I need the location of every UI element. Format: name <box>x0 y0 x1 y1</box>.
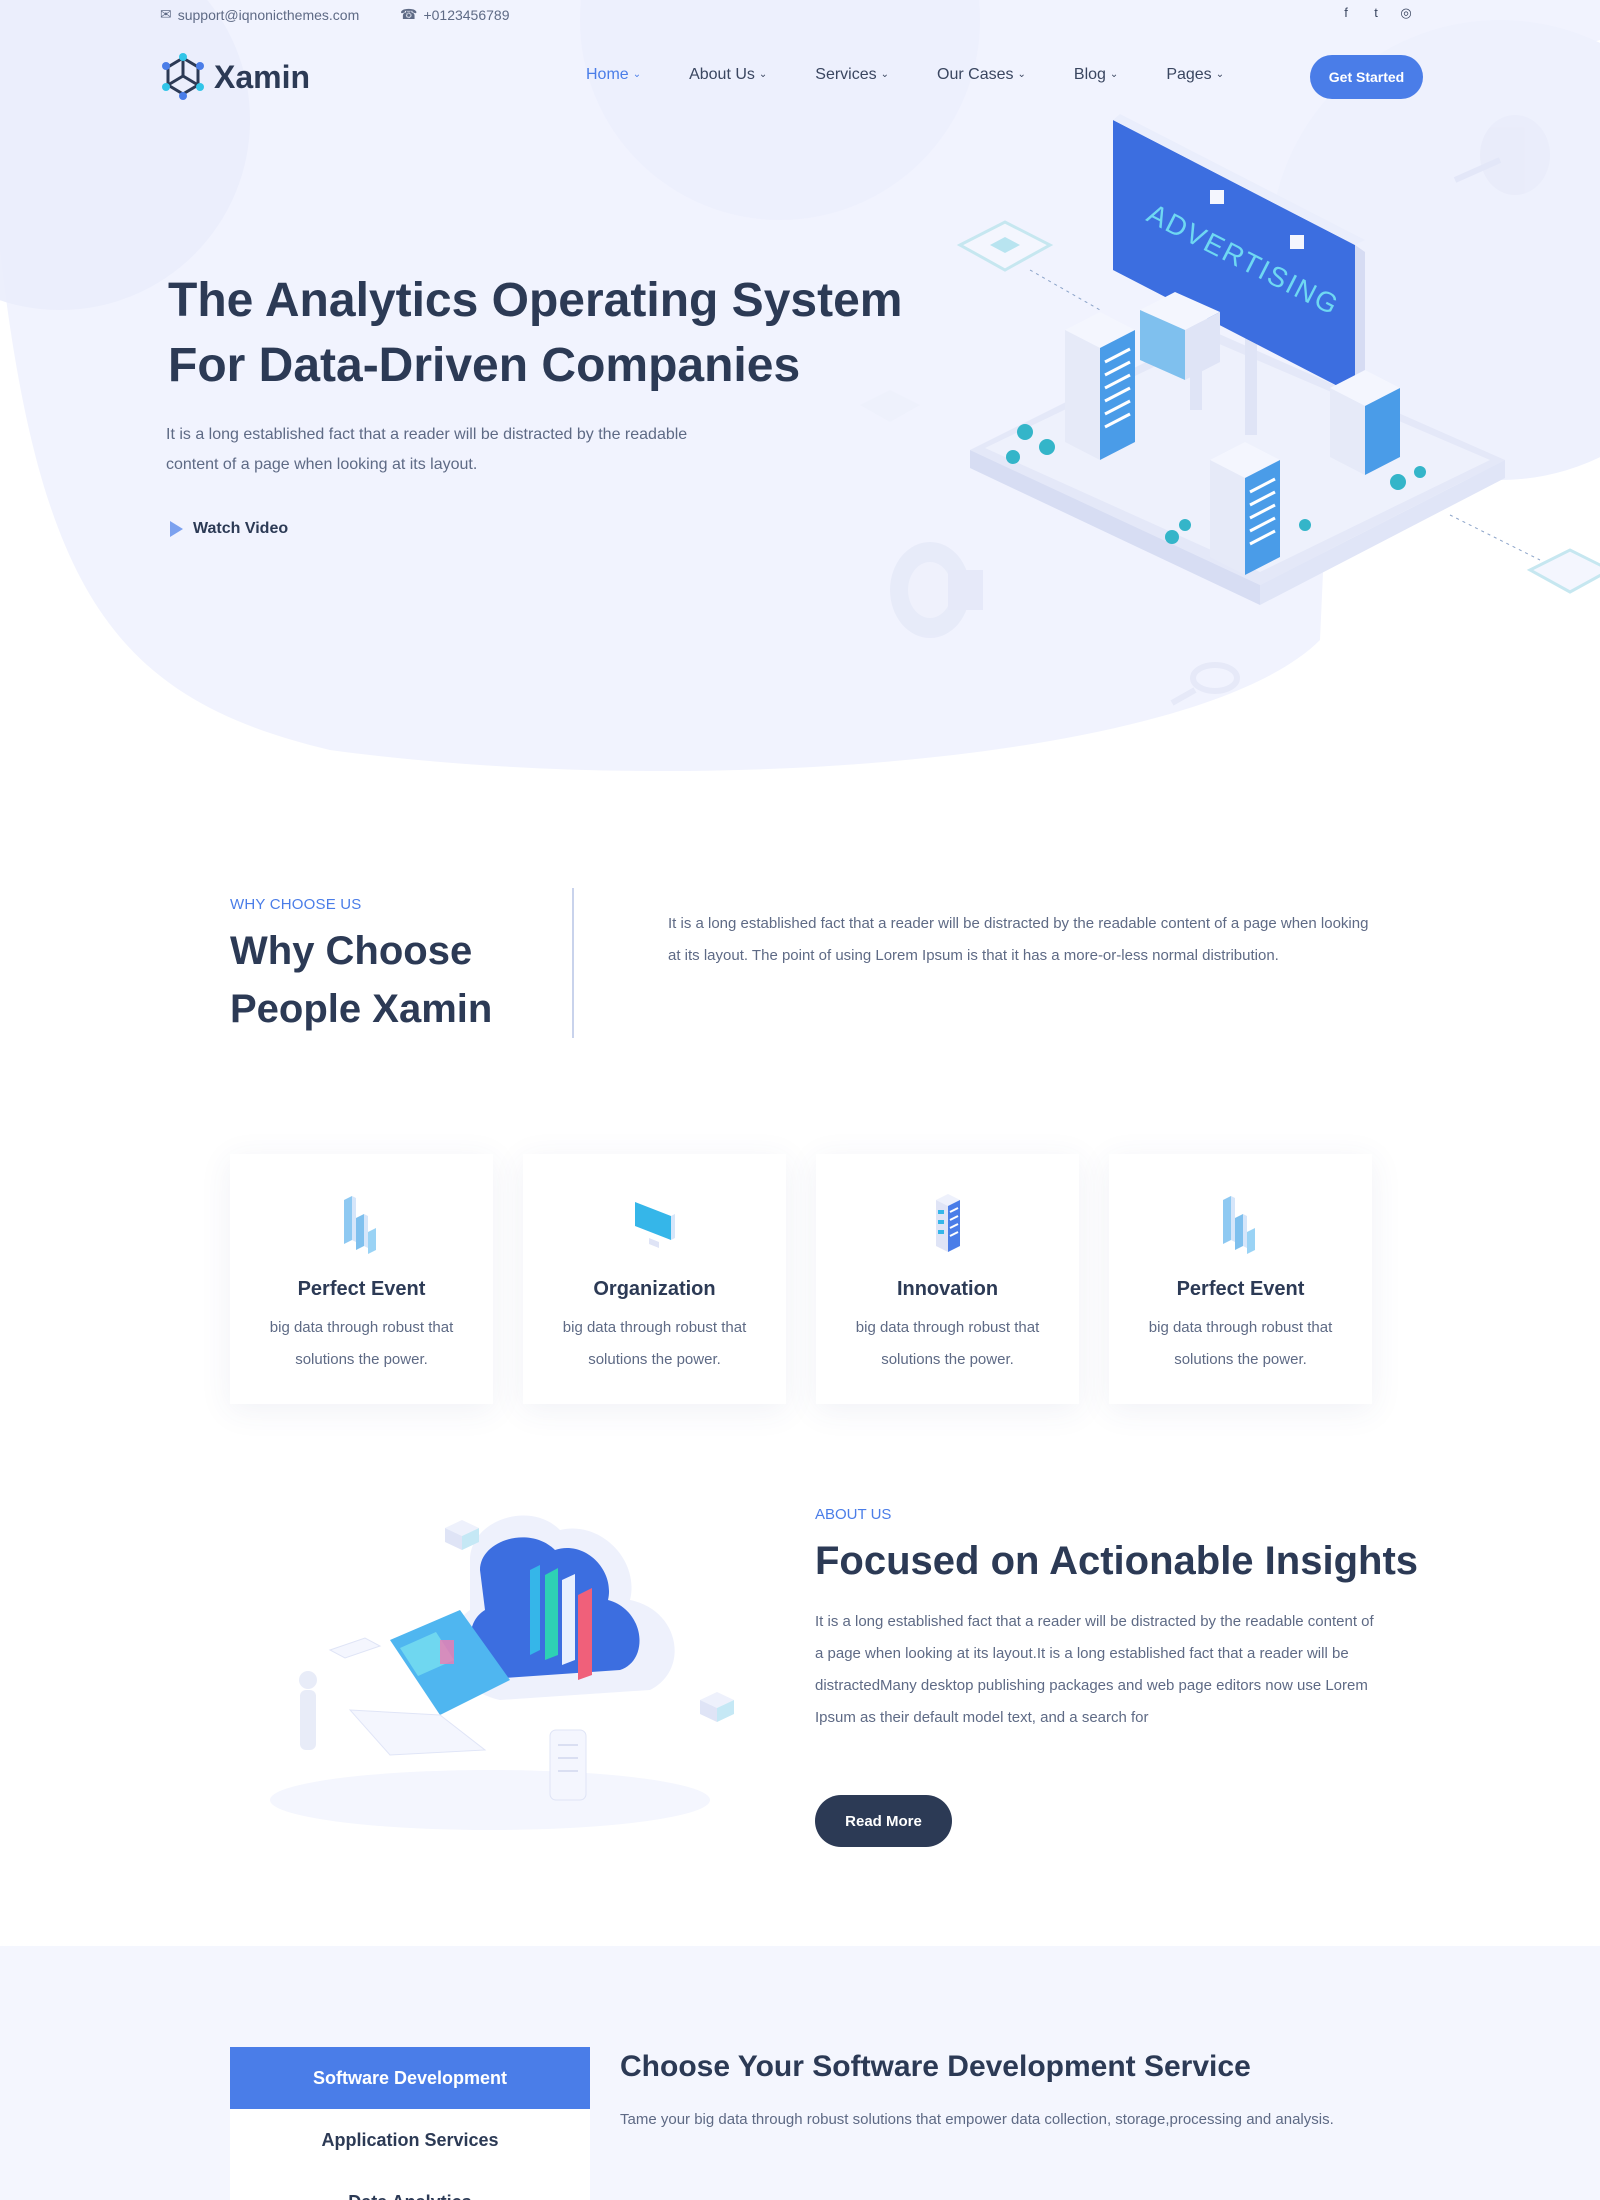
feature-card[interactable]: Perfect Event big data through robust th… <box>1109 1154 1372 1404</box>
nav-item-pages[interactable]: Pages ⌄ <box>1166 66 1224 84</box>
why-choose-subtitle: WHY CHOOSE US <box>230 896 362 913</box>
megaphone-graphic <box>890 542 983 638</box>
chevron-down-icon: ⌄ <box>1017 68 1026 80</box>
monitor-icon <box>634 1202 675 1248</box>
phone-icon: ☎ <box>400 6 418 22</box>
bar-chart-icon <box>1222 1196 1255 1254</box>
feature-title: Perfect Event <box>297 1278 426 1300</box>
hero-illustration: ADVERTISING <box>860 114 1600 706</box>
logo-icon <box>162 53 204 100</box>
feature-card[interactable]: Organization big data through robust tha… <box>523 1154 786 1404</box>
read-more-button[interactable]: Read More <box>815 1795 952 1847</box>
feature-title: Innovation <box>896 1278 999 1300</box>
navbar: Xamin Home ⌄ About Us ⌄ Services ⌄ Our C… <box>0 50 1600 106</box>
topbar-email[interactable]: ✉ support@iqnonicthemes.com <box>160 6 359 23</box>
main-nav: Home ⌄ About Us ⌄ Services ⌄ Our Cases ⌄… <box>586 66 1272 84</box>
feature-description: big data through robust that solutions t… <box>855 1319 1040 1368</box>
feature-card[interactable]: Innovation big data through robust that … <box>816 1154 1079 1404</box>
nav-label: Pages <box>1166 66 1212 83</box>
building-1 <box>1065 312 1135 460</box>
nav-item-blog[interactable]: Blog ⌄ <box>1074 66 1118 84</box>
nav-label: Blog <box>1073 66 1106 83</box>
about-description: It is a long established fact that a rea… <box>815 1613 1374 1726</box>
play-icon <box>170 521 183 537</box>
facebook-icon[interactable]: f <box>1338 5 1354 21</box>
why-choose-description: It is a long established fact that a rea… <box>668 915 1369 964</box>
feature-card[interactable]: Perfect Event big data through robust th… <box>230 1154 493 1404</box>
person-graphic <box>299 1671 317 1750</box>
building-icon <box>935 1194 960 1252</box>
tab-application-services[interactable]: Application Services <box>230 2109 590 2171</box>
chevron-down-icon: ⌄ <box>1109 68 1119 80</box>
watch-video-label: Watch Video <box>193 520 289 537</box>
nav-item-our-cases[interactable]: Our Cases ⌄ <box>937 66 1026 84</box>
instagram-icon[interactable]: ◎ <box>1398 5 1414 21</box>
floating-card-left <box>956 220 1054 272</box>
feature-description: big data through robust that solutions t… <box>562 1319 747 1368</box>
envelope-icon: ✉ <box>160 6 172 22</box>
chevron-down-icon: ⌄ <box>880 68 890 80</box>
building-4 <box>1330 370 1400 475</box>
service-title: Choose Your Software Development Service <box>620 2050 1251 2083</box>
document-scroll-graphic <box>549 1729 587 1801</box>
tab-data-analytics[interactable]: Data Analytics <box>230 2171 590 2200</box>
tab-software-development[interactable]: Software Development <box>230 2047 590 2109</box>
feature-description: big data through robust that solutions t… <box>1148 1319 1333 1368</box>
logo-text: Xamin <box>214 58 311 95</box>
why-choose-title: Why Choose People Xamin <box>230 929 493 1031</box>
chevron-down-icon: ⌄ <box>632 68 642 80</box>
hero-title: The Analytics Operating System For Data-… <box>168 274 903 392</box>
social-links: f t ◎ <box>1338 5 1414 21</box>
nav-item-about[interactable]: About Us ⌄ <box>689 66 767 84</box>
floating-card-right <box>1526 548 1600 594</box>
email-text: support@iqnonicthemes.com <box>177 6 360 23</box>
nav-item-services[interactable]: Services ⌄ <box>815 66 889 84</box>
services-section: Software Development Application Service… <box>0 1946 1600 2200</box>
feature-description: big data through robust that solutions t… <box>269 1319 454 1368</box>
watch-video-link[interactable]: Watch Video <box>170 520 288 538</box>
magnifier-graphic <box>1170 662 1240 706</box>
get-started-button[interactable]: Get Started <box>1310 55 1423 99</box>
pie-chart-graphic <box>1453 115 1550 195</box>
nav-item-home[interactable]: Home ⌄ <box>586 66 641 84</box>
chevron-down-icon: ⌄ <box>1215 68 1225 80</box>
feature-cards: Perfect Event big data through robust th… <box>230 1154 1372 1404</box>
feature-title: Organization <box>593 1278 716 1300</box>
nav-label: About Us <box>689 66 755 83</box>
logo[interactable]: Xamin <box>160 52 310 102</box>
topbar: ✉ support@iqnonicthemes.com ☎ +012345678… <box>0 0 1600 28</box>
bar-chart-icon <box>343 1196 376 1254</box>
hero-description: It is a long established fact that a rea… <box>166 426 688 473</box>
feature-title: Perfect Event <box>1176 1278 1305 1300</box>
service-tabs: Software Development Application Service… <box>230 2047 590 2200</box>
twitter-icon[interactable]: t <box>1368 5 1384 21</box>
cloud-illustration <box>270 1515 734 1830</box>
nav-label: Home <box>586 66 629 83</box>
chevron-down-icon: ⌄ <box>758 68 768 80</box>
phone-text: +0123456789 <box>423 6 510 23</box>
nav-label: Services <box>815 66 877 83</box>
about-title: Focused on Actionable Insights <box>815 1539 1419 1583</box>
nav-label: Our Cases <box>937 66 1014 83</box>
topbar-phone[interactable]: ☎ +0123456789 <box>400 6 510 23</box>
divider <box>572 888 574 1038</box>
service-description: Tame your big data through robust soluti… <box>620 2111 1334 2128</box>
about-subtitle: ABOUT US <box>815 1506 892 1523</box>
building-3 <box>1210 442 1280 575</box>
